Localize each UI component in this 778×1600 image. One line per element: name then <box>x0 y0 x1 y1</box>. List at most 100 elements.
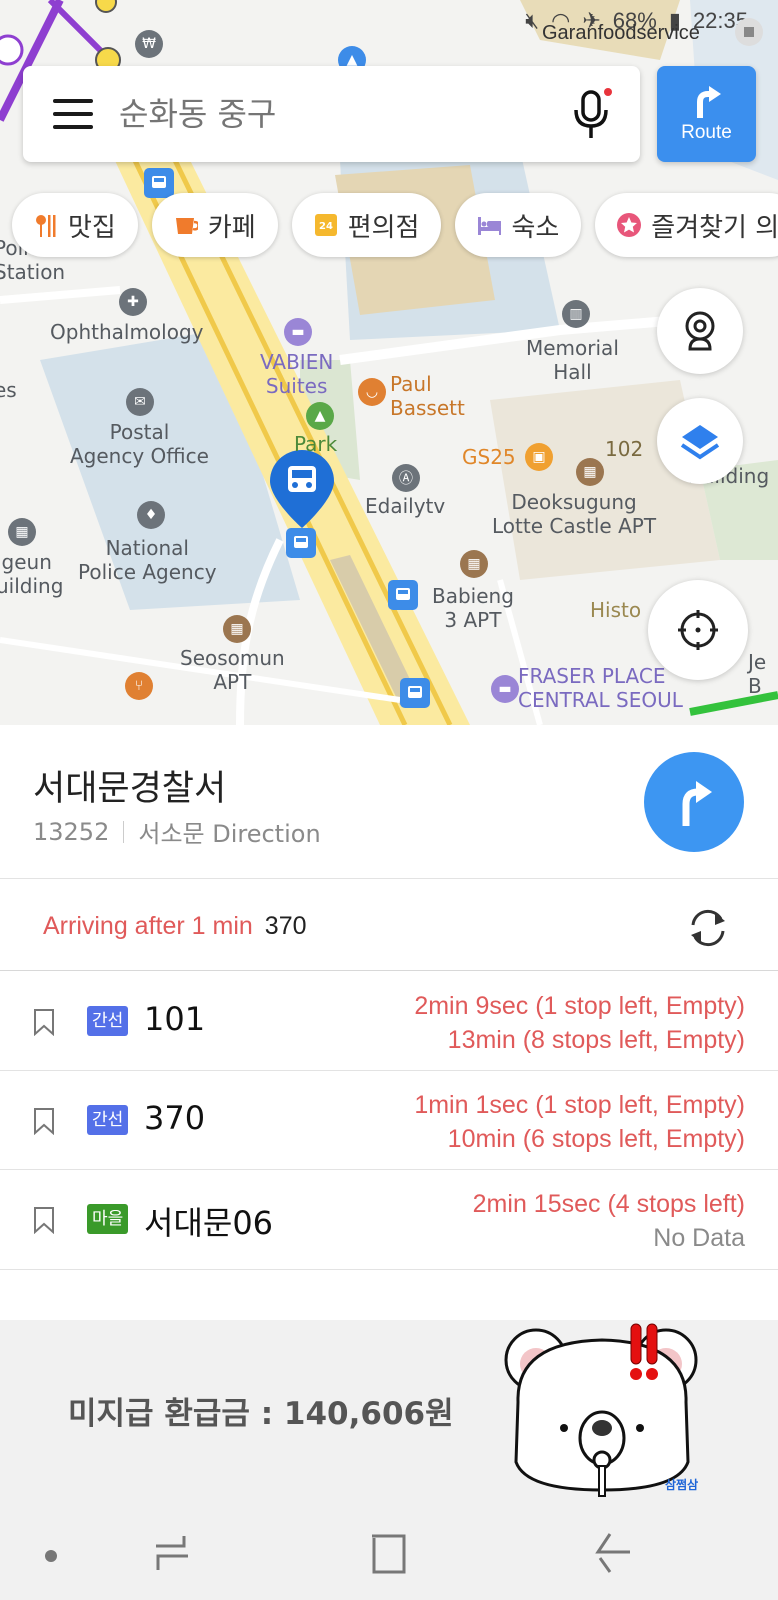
overlay-app-name: Garanfoodservice <box>542 22 700 44</box>
turn-right-arrow-icon <box>682 781 712 826</box>
museum-poi-icon[interactable]: ▥ <box>562 300 590 328</box>
map-label: National Police Agency <box>78 536 217 584</box>
map-label: Edailytv <box>365 494 446 518</box>
park-poi-icon[interactable]: ▲ <box>306 402 334 430</box>
microphone-icon[interactable] <box>572 88 612 140</box>
map-label: igeun uilding <box>0 550 64 598</box>
bus-row[interactable]: 마을 서대문06 2min 15sec (4 stops left) No Da… <box>0 1170 778 1268</box>
chip-label: 즐겨찾기 의 <box>651 212 778 243</box>
chip-convenience-store[interactable]: 24 편의점 <box>291 193 442 257</box>
my-location-button[interactable] <box>648 580 748 680</box>
recent-apps-icon[interactable] <box>152 1534 192 1574</box>
navigation-bar <box>0 1500 778 1600</box>
arrival-times: 2min 9sec (1 stop left, Empty) 13min (8 … <box>414 989 745 1057</box>
broadcast-poi-icon[interactable]: Ⓐ <box>392 464 420 492</box>
hotel-icon <box>477 213 502 237</box>
home-icon[interactable] <box>370 1534 410 1576</box>
building-poi-icon[interactable]: ▦ <box>8 518 36 546</box>
route-type-badge: 간선 <box>87 1006 129 1036</box>
bus-stop-icon[interactable] <box>388 580 418 610</box>
restaurant-icon <box>34 213 58 237</box>
cctv-button[interactable] <box>657 288 743 374</box>
my-location-icon <box>678 610 718 650</box>
post-office-poi-icon[interactable]: ✉ <box>126 388 154 416</box>
category-chips: 맛집 카페 24 편의점 숙소 즐겨찾기 의 <box>12 193 778 257</box>
arriving-status: Arriving after 1 min 370 <box>43 912 307 941</box>
stop-id: 13252 <box>33 817 110 846</box>
mute-icon: 🔇︎ <box>525 8 540 33</box>
refresh-icon[interactable] <box>685 905 731 951</box>
chip-cafe[interactable]: 카페 <box>151 193 278 257</box>
record-indicator[interactable] <box>735 18 763 46</box>
layers-button[interactable] <box>657 398 743 484</box>
bus-row[interactable]: 간선 101 2min 9sec (1 stop left, Empty) 13… <box>0 972 778 1070</box>
map-label: Histo <box>590 598 642 622</box>
map-label: Seosomun APT <box>180 646 285 694</box>
directions-button[interactable] <box>644 752 744 852</box>
route-button[interactable]: Route <box>657 66 756 162</box>
map-label: Park <box>294 432 338 456</box>
dot-icon[interactable] <box>45 1550 57 1562</box>
arrival-times: 2min 15sec (4 stops left) No Data <box>473 1187 745 1255</box>
convenience-poi-icon[interactable]: ▣ <box>525 443 553 471</box>
map-label: VABIEN Suites <box>260 350 334 398</box>
apartment-poi-icon[interactable]: ▦ <box>223 615 251 643</box>
bear-mascot-icon[interactable] <box>498 1322 708 1502</box>
chip-label: 카페 <box>207 212 256 243</box>
favorite-star-icon <box>617 213 642 237</box>
map-label: es <box>0 378 17 402</box>
bookmark-icon[interactable] <box>33 1107 55 1135</box>
chip-label: 맛집 <box>68 212 116 243</box>
map-label: Je B <box>748 650 767 698</box>
arrival-time-2: 13min (8 stops left, Empty) <box>447 1026 745 1054</box>
route-type-badge: 간선 <box>87 1105 129 1135</box>
map-label: 102 <box>605 437 644 461</box>
chip-restaurant[interactable]: 맛집 <box>12 193 138 257</box>
search-bar <box>23 66 640 162</box>
hotel-poi-icon[interactable]: ▬ <box>284 318 312 346</box>
search-input[interactable] <box>119 95 559 133</box>
bus-number: 서대문06 <box>144 1204 274 1242</box>
separator <box>123 820 125 843</box>
svg-text:24: 24 <box>319 221 333 232</box>
stop-subtitle: 13252 서소문 Direction <box>33 814 321 849</box>
map-label: Postal Agency Office <box>70 420 209 468</box>
ad-text[interactable]: 미지급 환급금 : 140,606원 <box>68 1388 454 1433</box>
bus-row[interactable]: 간선 370 1min 1sec (1 stop left, Empty) 10… <box>0 1071 778 1169</box>
arrival-time-2: No Data <box>653 1224 745 1252</box>
restaurant-poi-icon[interactable]: ⑂ <box>125 672 153 700</box>
hospital-poi-icon[interactable]: ✚ <box>119 288 147 316</box>
hamburger-icon[interactable] <box>53 99 93 129</box>
hotel-poi-icon[interactable]: ▬ <box>491 675 519 703</box>
bookmark-icon[interactable] <box>33 1206 55 1234</box>
chip-hotel[interactable]: 숙소 <box>455 193 582 257</box>
divider <box>0 1269 778 1270</box>
arrival-time-2: 10min (6 stops left, Empty) <box>447 1125 745 1153</box>
arrival-time-1: 1min 1sec (1 stop left, Empty) <box>414 1091 745 1119</box>
cafe-poi-icon[interactable]: ◡ <box>358 378 386 406</box>
map-label: Ophthalmology <box>50 320 204 344</box>
arrival-time-1: 2min 9sec (1 stop left, Empty) <box>414 992 745 1020</box>
bus-number: 370 <box>144 1099 206 1137</box>
bus-stop-icon[interactable] <box>400 678 430 708</box>
convenience-store-icon: 24 <box>314 213 338 237</box>
selected-bus-stop-icon[interactable] <box>286 528 316 558</box>
apartment-poi-icon[interactable]: ▦ <box>576 458 604 486</box>
bank-poi-icon[interactable]: ₩ <box>135 30 163 58</box>
route-type-badge: 마을 <box>87 1204 129 1234</box>
chip-favorites[interactable]: 즐겨찾기 의 <box>595 193 778 257</box>
map-label: Paul Bassett <box>390 372 465 420</box>
bookmark-icon[interactable] <box>33 1008 55 1036</box>
cafe-icon <box>174 213 198 237</box>
back-icon[interactable] <box>594 1532 634 1574</box>
map-label: GS25 <box>462 445 516 469</box>
cctv-icon <box>685 311 715 351</box>
turn-right-arrow-icon <box>696 86 721 118</box>
ad-brand: 삼쩜삼 <box>665 1478 699 1492</box>
route-label: Route <box>681 122 732 143</box>
apartment-poi-icon[interactable]: ▦ <box>460 550 488 578</box>
police-poi-icon[interactable]: ♦ <box>137 501 165 529</box>
selected-stop-pin-icon[interactable] <box>268 448 336 532</box>
chip-label: 편의점 <box>347 212 420 243</box>
bus-number: 101 <box>144 1000 206 1038</box>
